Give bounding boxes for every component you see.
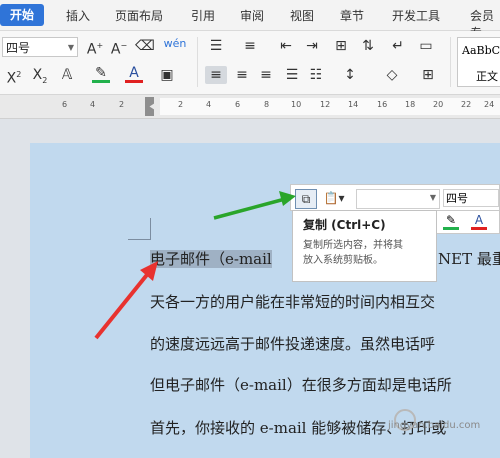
watermark-text: jingyan.baidu.com bbox=[388, 420, 481, 431]
red-arrow bbox=[94, 261, 158, 340]
green-arrow bbox=[213, 191, 296, 220]
annotation-arrows bbox=[94, 191, 296, 340]
